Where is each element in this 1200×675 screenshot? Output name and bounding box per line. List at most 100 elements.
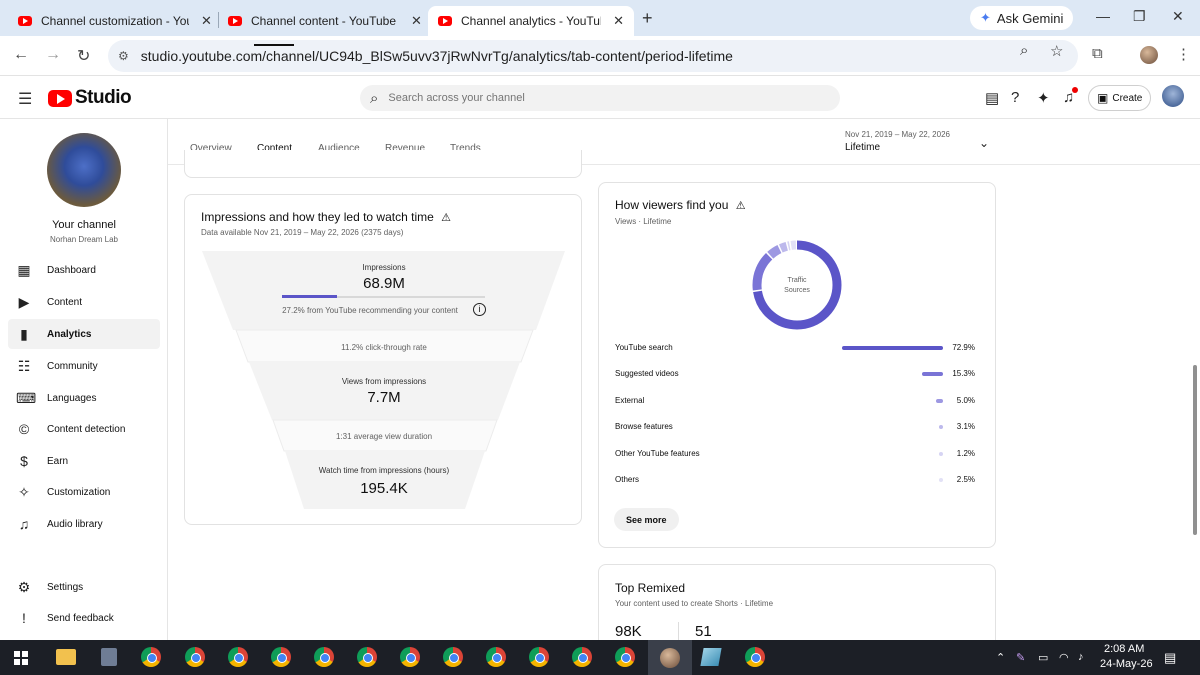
- traffic-title-text: How viewers find you: [615, 198, 729, 212]
- see-more-button[interactable]: See more: [614, 508, 679, 531]
- browser-tab-analytics[interactable]: Channel analytics - YouTube St ✕: [428, 6, 634, 36]
- sidebar-item-label: Content: [47, 296, 83, 308]
- windows-start-icon[interactable]: [14, 651, 28, 665]
- browser-tab-content[interactable]: Channel content - YouTube Stu ✕: [218, 6, 432, 36]
- copyright-icon: ©: [18, 421, 30, 437]
- menu-icon[interactable]: ☰: [18, 89, 32, 109]
- traffic-card: [598, 182, 996, 548]
- sidebar-item-analytics[interactable]: ▮ Analytics: [8, 319, 160, 349]
- languages-icon: ⌨: [16, 389, 37, 406]
- traffic-source-name: YouTube search: [615, 343, 673, 352]
- battery-icon[interactable]: ▭: [1038, 651, 1048, 664]
- wifi-icon[interactable]: ◠: [1059, 651, 1069, 664]
- chrome-icon[interactable]: [314, 647, 334, 667]
- calculator-icon[interactable]: [101, 648, 117, 666]
- zoom-icon[interactable]: ⌕: [1020, 42, 1028, 59]
- clock-time[interactable]: 2:08 AM: [1104, 643, 1144, 655]
- file-explorer-icon[interactable]: [56, 649, 76, 665]
- studio-logo[interactable]: Studio: [48, 87, 132, 109]
- close-tab-icon[interactable]: ✕: [411, 13, 422, 29]
- remix-stat-2: 51: [695, 623, 712, 640]
- sidebar-item-label: Audio library: [47, 518, 103, 530]
- browser-tab-customization[interactable]: Channel customization - YouTu ✕: [8, 6, 222, 36]
- page-scrollbar[interactable]: [1193, 365, 1197, 535]
- new-tab-button[interactable]: +: [642, 8, 653, 29]
- chrome-icon[interactable]: [141, 647, 161, 667]
- close-tab-icon[interactable]: ✕: [201, 13, 212, 29]
- help-icon[interactable]: ?: [1011, 89, 1019, 106]
- tray-overflow-chevron-icon[interactable]: ⌃: [996, 651, 1005, 664]
- sidepanel-icon[interactable]: ⧉: [1092, 45, 1103, 62]
- sidebar-item-send-feedback[interactable]: ! Send feedback: [8, 603, 160, 633]
- sidebar-item-community[interactable]: ☷ Community: [8, 351, 160, 381]
- chrome-icon[interactable]: [486, 647, 506, 667]
- chrome-icon[interactable]: [271, 647, 291, 667]
- chevron-down-icon[interactable]: ⌄: [979, 136, 989, 150]
- analytics-icon: ▮: [20, 325, 28, 342]
- chrome-icon[interactable]: [228, 647, 248, 667]
- warning-icon[interactable]: ⚠: [736, 200, 746, 212]
- period-label[interactable]: Lifetime: [845, 142, 880, 153]
- chrome-icon[interactable]: [615, 647, 635, 667]
- impressions-label: Impressions: [362, 263, 406, 272]
- reload-icon[interactable]: ↻: [77, 46, 90, 66]
- captions-icon[interactable]: ▤: [985, 89, 999, 107]
- channel-name: Norhan Dream Lab: [49, 235, 119, 244]
- traffic-source-percent: 72.9%: [952, 343, 975, 352]
- sidebar-item-dashboard[interactable]: ▦ Dashboard: [8, 255, 160, 285]
- active-taskbar-app[interactable]: [648, 640, 692, 675]
- period-date-range[interactable]: Nov 21, 2019 – May 22, 2026: [845, 130, 950, 139]
- back-icon[interactable]: ←: [13, 46, 29, 64]
- chrome-icon[interactable]: [529, 647, 549, 667]
- traffic-source-name: Suggested videos: [615, 369, 679, 378]
- chrome-icon[interactable]: [443, 647, 463, 667]
- sidebar-item-earn[interactable]: $ Earn: [8, 446, 160, 476]
- chrome-icon[interactable]: [572, 647, 592, 667]
- browser-profile-avatar[interactable]: [1140, 46, 1158, 64]
- notification-center-icon[interactable]: ▤: [1164, 650, 1176, 666]
- avd-note: 1:31 average view duration: [335, 432, 433, 441]
- forward-icon[interactable]: →: [45, 46, 61, 64]
- bookmark-star-icon[interactable]: ☆: [1050, 42, 1063, 60]
- tab-title: Channel content - YouTube Stu: [251, 14, 399, 28]
- search-input[interactable]: [388, 92, 789, 104]
- account-avatar[interactable]: [1162, 85, 1184, 107]
- channel-avatar[interactable]: [47, 133, 121, 207]
- dashboard-icon: ▦: [17, 261, 31, 278]
- sidebar-item-settings[interactable]: ⚙ Settings: [8, 572, 160, 602]
- site-info-icon[interactable]: ⚙: [118, 49, 129, 63]
- create-button[interactable]: ▣ Create: [1088, 85, 1152, 111]
- sidebar-item-languages[interactable]: ⌨ Languages: [8, 383, 160, 413]
- sidebar-item-content[interactable]: ▶ Content: [8, 287, 160, 317]
- chrome-icon[interactable]: [745, 647, 765, 667]
- restore-window-icon[interactable]: ❐: [1133, 8, 1146, 25]
- channel-search[interactable]: ⌕: [360, 85, 840, 111]
- traffic-source-percent: 5.0%: [956, 396, 975, 405]
- sidebar-item-audio-library[interactable]: ♫ Audio library: [8, 509, 160, 539]
- tab-title: Channel analytics - YouTube St: [461, 14, 601, 28]
- url-text: studio.youtube.com/channel/UC94b_BlSw5uv…: [140, 48, 733, 64]
- minimize-window-icon[interactable]: —: [1096, 8, 1110, 24]
- pen-icon[interactable]: ✎: [1016, 651, 1025, 664]
- youtube-favicon-icon: [18, 16, 32, 26]
- info-icon[interactable]: i: [473, 303, 486, 316]
- close-window-icon[interactable]: ✕: [1172, 8, 1184, 25]
- notes-app-icon[interactable]: [700, 648, 722, 666]
- sidebar-item-content-detection[interactable]: © Content detection: [8, 414, 160, 444]
- traffic-source-percent: 3.1%: [956, 422, 975, 431]
- chrome-icon[interactable]: [357, 647, 377, 667]
- sparkle-icon[interactable]: ✦: [1037, 89, 1050, 107]
- notification-dot: [1072, 87, 1078, 93]
- volume-icon[interactable]: ♪: [1078, 651, 1084, 663]
- close-tab-icon[interactable]: ✕: [613, 13, 624, 29]
- ask-gemini-button[interactable]: ✦ Ask Gemini: [970, 6, 1074, 30]
- feedback-icon: !: [22, 610, 26, 626]
- traffic-source-percent: 15.3%: [952, 369, 975, 378]
- traffic-source-name: Other YouTube features: [615, 449, 700, 458]
- clock-date[interactable]: 24-May-26: [1100, 658, 1153, 670]
- create-label: Create: [1112, 92, 1143, 104]
- sidebar-item-customization[interactable]: ✧ Customization: [8, 477, 160, 507]
- chrome-icon[interactable]: [185, 647, 205, 667]
- more-menu-icon[interactable]: ⋮: [1176, 45, 1191, 63]
- chrome-icon[interactable]: [400, 647, 420, 667]
